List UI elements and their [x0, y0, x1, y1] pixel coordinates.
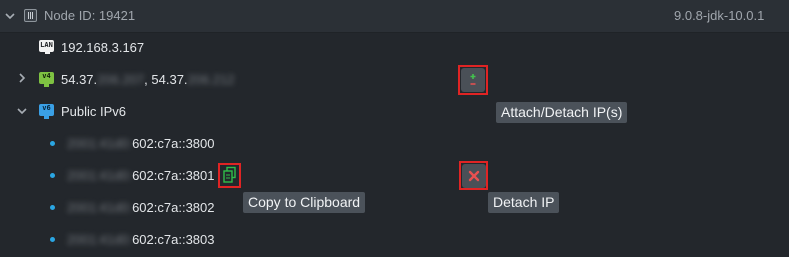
- ipv6-hidden-part: 2001:41d0:: [67, 200, 133, 215]
- ipv6-visible-part: 602:c7a::3800: [132, 136, 215, 151]
- ipv4-addresses: 54.37.206.207, 54.37.206.212: [61, 72, 235, 87]
- ipv4-prefix-2: 54.37.: [151, 72, 188, 87]
- ipv6-hidden-part: 2001:41d0:: [67, 232, 133, 247]
- ipv6-address-item[interactable]: 2001:41d0:602:c7a::3800: [67, 136, 214, 151]
- attach-detach-button[interactable]: [461, 68, 485, 92]
- detach-ip-button[interactable]: [462, 164, 486, 188]
- copy-tooltip: Copy to Clipboard: [243, 192, 366, 213]
- chevron-right-icon[interactable]: [17, 73, 27, 83]
- list-bullet: [50, 141, 55, 146]
- node-icon: [24, 9, 37, 22]
- node-header-row[interactable]: Node ID: 19421 9.0.8-jdk-10.0.1: [0, 0, 789, 33]
- list-bullet: [50, 237, 55, 242]
- ipv4-prefix-1: 54.37.: [61, 72, 98, 87]
- ipv6-address-item[interactable]: 2001:41d0:602:c7a::3803: [67, 232, 214, 247]
- chevron-down-icon[interactable]: [17, 106, 27, 116]
- chevron-down-icon[interactable]: [5, 11, 15, 21]
- detach-tooltip: Detach IP: [488, 192, 560, 213]
- ipv6-label: Public IPv6: [61, 104, 127, 119]
- close-icon: [468, 170, 480, 182]
- ipv6-address-item[interactable]: 2001:41d0:602:c7a::3801: [67, 168, 214, 183]
- ipv4-hidden-2: 206.212: [187, 72, 235, 87]
- node-version: 9.0.8-jdk-10.0.1: [674, 8, 765, 23]
- lan-ip-icon: LAN: [39, 40, 54, 54]
- ipv4-icon: v4: [39, 72, 54, 87]
- ipv6-hidden-part: 2001:41d0:: [67, 168, 133, 183]
- ipv6-address-item[interactable]: 2001:41d0:602:c7a::3802: [67, 200, 214, 215]
- ipv6-visible-part: 602:c7a::3803: [132, 232, 215, 247]
- copy-to-clipboard-icon[interactable]: [222, 166, 238, 184]
- list-bullet: [50, 205, 55, 210]
- ipv6-hidden-part: 2001:41d0:: [67, 136, 133, 151]
- ipv6-visible-part: 602:c7a::3801: [132, 168, 215, 183]
- ipv6-visible-part: 602:c7a::3802: [132, 200, 215, 215]
- ipv6-icon: v6: [39, 104, 54, 119]
- node-title: Node ID: 19421: [44, 8, 136, 23]
- lan-ip-address: 192.168.3.167: [61, 40, 145, 55]
- attach-detach-tooltip: Attach/Detach IP(s): [496, 102, 628, 123]
- ipv4-hidden-1: 206.207: [97, 72, 145, 87]
- attach-detach-icon: [470, 74, 476, 85]
- list-bullet: [50, 173, 55, 178]
